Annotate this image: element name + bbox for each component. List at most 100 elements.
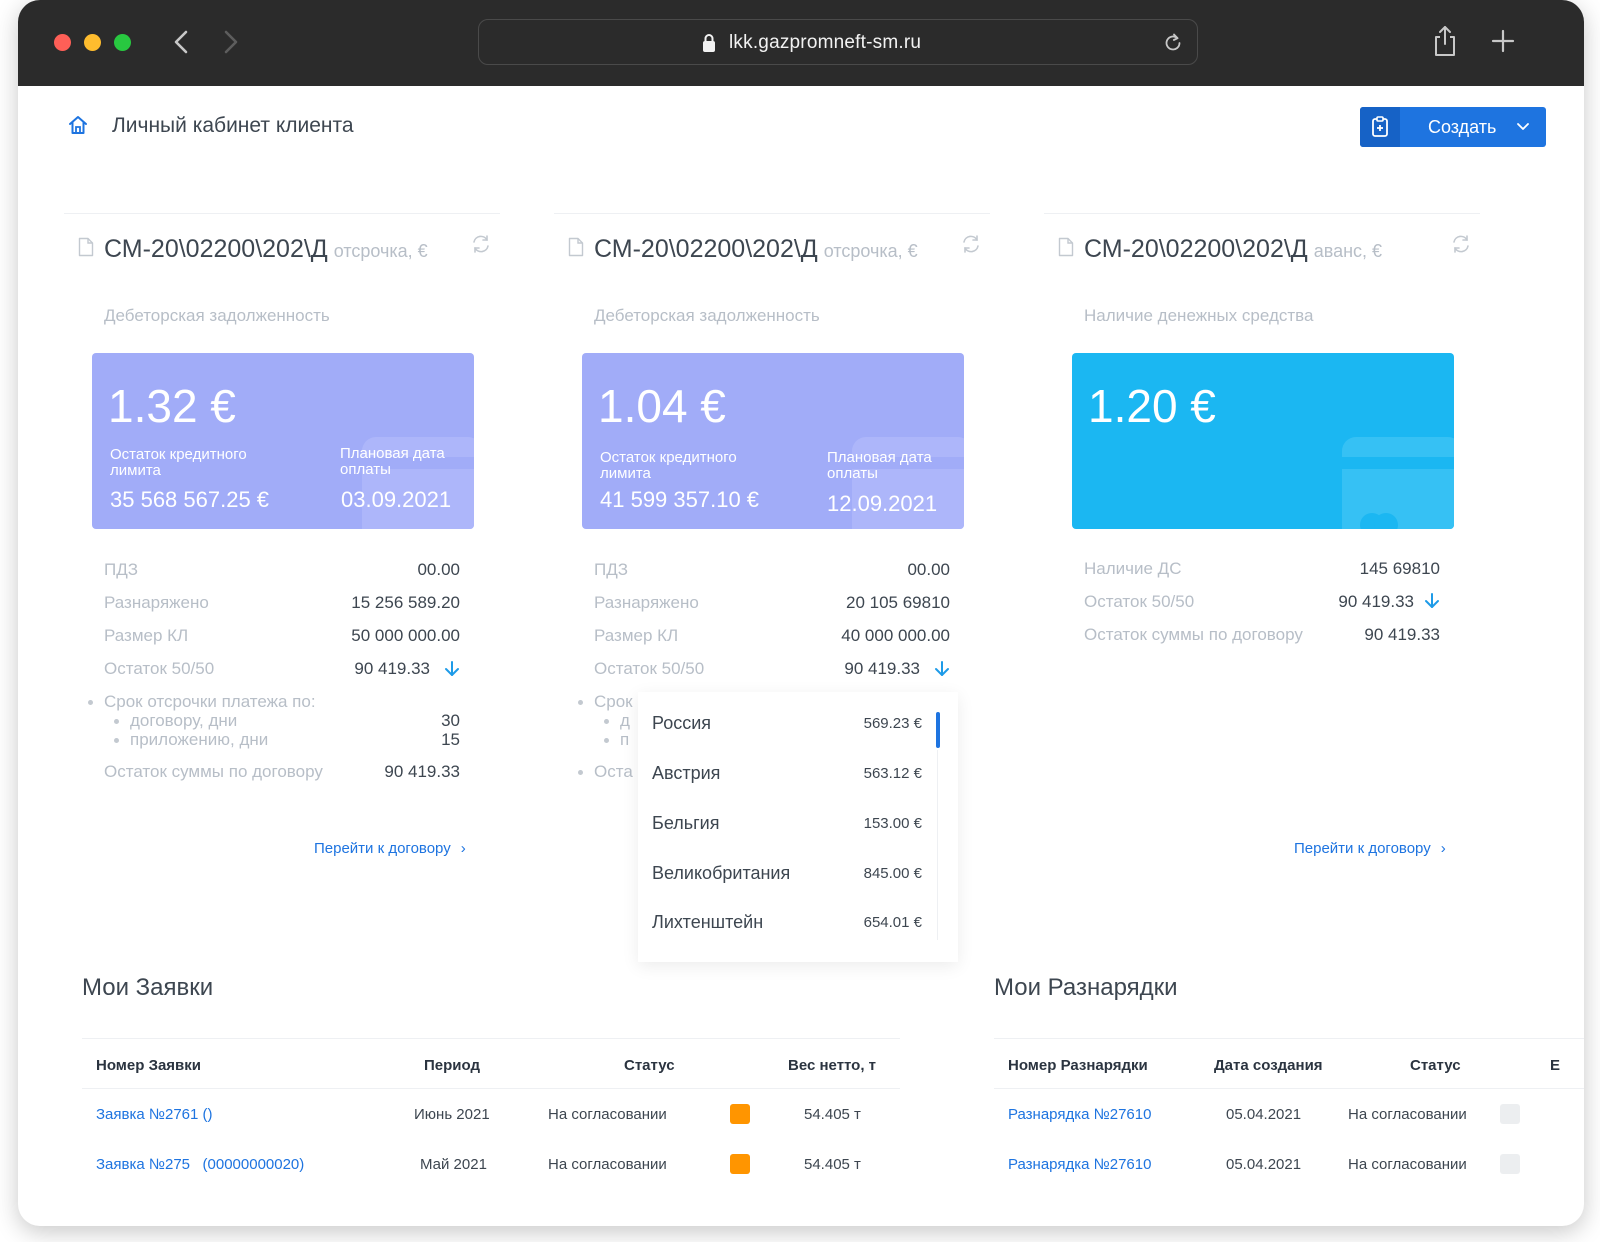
refresh-icon[interactable] xyxy=(1450,233,1472,255)
goto-contract-label: Перейти к договору xyxy=(314,840,451,857)
status-indicator xyxy=(730,1154,750,1174)
status-indicator xyxy=(1500,1104,1520,1124)
page-title: Личный кабинет клиента xyxy=(112,114,354,137)
create-button[interactable]: Создать xyxy=(1360,107,1546,147)
dropdown-item[interactable]: Австрия 563.12 € xyxy=(652,763,922,787)
row-label: Разнаряжено xyxy=(104,593,209,612)
info-row: Остаток суммы по договору 90 419.33 xyxy=(104,762,460,784)
back-arrow-icon[interactable] xyxy=(168,26,196,58)
info-row: Размер КЛ 50 000 000.00 xyxy=(104,626,460,648)
section-label: Наличие денежных средства xyxy=(1084,306,1314,325)
col-header-date[interactable]: Дата создания xyxy=(1214,1057,1323,1074)
goto-contract-link[interactable]: Перейти к договору › xyxy=(314,840,466,857)
request-status: На согласовании xyxy=(548,1156,667,1173)
payment-date-value: 12.09.2021 xyxy=(827,491,938,516)
dropdown-item[interactable]: Лихтенштейн 654.01 € xyxy=(652,912,922,936)
address-bar[interactable]: lkk.gazpromneft-sm.ru xyxy=(478,19,1198,65)
col-header-truncated[interactable]: Е xyxy=(1550,1057,1560,1074)
refresh-icon[interactable] xyxy=(960,233,982,255)
allocation-date: 05.04.2021 xyxy=(1226,1156,1302,1173)
lock-icon xyxy=(703,34,715,52)
request-status: На согласовании xyxy=(548,1106,667,1123)
col-header-number[interactable]: Номер Разнарядки xyxy=(1008,1057,1148,1074)
info-row: Наличие ДС 145 69810 xyxy=(1084,559,1440,581)
contract-number: СМ-20\02200\202\Д xyxy=(594,235,818,263)
zoom-window-button[interactable] xyxy=(114,34,131,51)
deferral-contract-days: 30 xyxy=(441,711,460,730)
contract-type: аванс, € xyxy=(1313,241,1383,261)
home-icon[interactable] xyxy=(68,114,88,136)
row-value: 90 419.33 xyxy=(354,659,430,678)
balance-tile: 1.32 € Остаток кредитного лимита 35 568 … xyxy=(92,353,474,529)
payment-date-value: 03.09.2021 xyxy=(341,487,452,512)
allocation-status: На согласовании xyxy=(1348,1106,1467,1123)
col-header-status[interactable]: Статус xyxy=(624,1057,675,1074)
cash-tile: 1.20 € xyxy=(1072,353,1454,529)
goto-contract-link[interactable]: Перейти к договору › xyxy=(1294,840,1446,857)
row-label: Размер КЛ xyxy=(104,626,189,645)
deferral-appendix-days: 15 xyxy=(441,730,460,749)
allocation-status: На согласовании xyxy=(1348,1156,1467,1173)
col-header-weight[interactable]: Вес нетто, т xyxy=(788,1057,876,1074)
request-link[interactable]: Заявка №2761 () xyxy=(96,1106,213,1123)
arrow-down-icon[interactable] xyxy=(444,660,460,678)
country-dropdown: Россия 569.23 € Австрия 563.12 € Бельгия… xyxy=(638,692,958,962)
col-header-status[interactable]: Статус xyxy=(1410,1057,1461,1074)
minimize-window-button[interactable] xyxy=(84,34,101,51)
country-amount: 654.01 € xyxy=(863,914,922,931)
card-decoration-icon xyxy=(1342,437,1454,529)
row-value: 145 69810 xyxy=(1359,559,1440,578)
card-header: СМ-20\02200\202\Д отсрочка, € xyxy=(78,235,494,265)
row-label: ПДЗ xyxy=(104,560,138,579)
reload-icon[interactable] xyxy=(1161,31,1185,55)
contract-type: отсрочка, € xyxy=(333,241,428,261)
credit-limit-label: Остаток кредитного лимита xyxy=(110,446,247,479)
country-name: Лихтенштейн xyxy=(652,912,764,932)
allocation-link[interactable]: Разнарядка №27610 xyxy=(1008,1156,1151,1173)
card-header: СМ-20\02200\202\Д отсрочка, € xyxy=(568,235,984,265)
dropdown-item[interactable]: Великобритания 845.00 € xyxy=(652,863,922,887)
dropdown-item[interactable]: Бельгия 153.00 € xyxy=(652,813,922,837)
arrow-down-icon[interactable] xyxy=(934,660,950,678)
contract-type: отсрочка, € xyxy=(823,241,918,261)
deferral-label-partial: Срок xyxy=(578,692,633,711)
browser-toolbar: lkk.gazpromneft-sm.ru xyxy=(18,0,1584,86)
country-amount: 845.00 € xyxy=(863,865,922,882)
deferral-label: Срок отсрочки платежа по: xyxy=(88,692,316,711)
allocation-link[interactable]: Разнарядка №27610 xyxy=(1008,1106,1151,1123)
forward-arrow-icon[interactable] xyxy=(216,26,244,58)
goto-contract-label: Перейти к договору xyxy=(1294,840,1431,857)
country-amount: 153.00 € xyxy=(863,815,922,832)
tile-main-value: 1.20 € xyxy=(1088,380,1216,432)
row-value: 00.00 xyxy=(907,560,950,579)
request-link[interactable]: Заявка №275 (00000000020) xyxy=(96,1156,304,1173)
url-text: lkk.gazpromneft-sm.ru xyxy=(729,32,922,53)
section-label: Дебеторская задолженность xyxy=(594,306,820,325)
row-value: 90 419.33 xyxy=(1338,592,1414,611)
col-header-period[interactable]: Период xyxy=(424,1057,480,1074)
request-period: Июнь 2021 xyxy=(414,1106,490,1123)
dropdown-item[interactable]: Россия 569.23 € xyxy=(652,713,922,737)
country-name: Австрия xyxy=(652,763,721,783)
country-name: Бельгия xyxy=(652,813,720,833)
deferral-appendix-partial: п xyxy=(603,730,630,749)
refresh-icon[interactable] xyxy=(470,233,492,255)
row-label: Остаток суммы по договору xyxy=(1084,625,1303,644)
col-header-number[interactable]: Номер Заявки xyxy=(96,1057,201,1074)
browser-window: lkk.gazpromneft-sm.ru Личный кабинет кли… xyxy=(18,0,1584,1226)
card-divider xyxy=(554,213,990,214)
deferral-appendix-label: приложению, дни xyxy=(113,730,269,749)
info-row: Остаток суммы по договору 90 419.33 xyxy=(1084,625,1440,647)
arrow-down-icon[interactable] xyxy=(1424,592,1440,610)
scrollbar-thumb[interactable] xyxy=(936,712,940,748)
payment-date-label: Плановая дата оплаты xyxy=(340,445,445,478)
new-tab-icon[interactable] xyxy=(1490,28,1516,54)
close-window-button[interactable] xyxy=(54,34,71,51)
clipboard-icon-area xyxy=(1360,107,1400,147)
share-icon[interactable] xyxy=(1432,24,1458,58)
deferral-contract-partial: д xyxy=(604,711,630,730)
request-period: Май 2021 xyxy=(420,1156,487,1173)
row-label: Остаток 50/50 xyxy=(1084,592,1195,611)
info-row: Размер КЛ 40 000 000.00 xyxy=(594,626,950,648)
row-value: 40 000 000.00 xyxy=(841,626,950,645)
